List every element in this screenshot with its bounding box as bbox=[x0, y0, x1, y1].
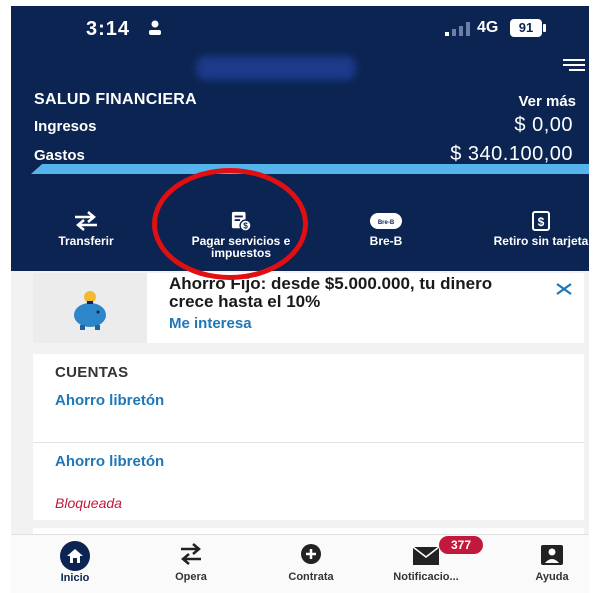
see-more-link[interactable]: Ver más bbox=[518, 93, 576, 110]
close-icon[interactable] bbox=[554, 279, 574, 299]
nav-label: Opera bbox=[175, 571, 207, 583]
header: 3:14 4G 91 SALUD FINANCIERA Ver más Ingr… bbox=[11, 6, 589, 271]
expenses-label: Gastos bbox=[34, 147, 85, 164]
quick-action-transferir[interactable]: Transferir bbox=[31, 211, 141, 247]
quick-action-breb[interactable]: Bre-B Bre-B bbox=[331, 211, 441, 247]
svg-text:$: $ bbox=[538, 215, 545, 229]
nav-label: Contrata bbox=[288, 571, 334, 583]
notification-badge: 377 bbox=[439, 536, 483, 554]
accounts-card: CUENTAS Ahorro libretón Ahorro libretón … bbox=[33, 354, 584, 520]
account-status-blocked: Bloqueada bbox=[55, 495, 122, 511]
quick-action-label: Bre-B bbox=[369, 234, 403, 248]
svg-text:$: $ bbox=[243, 222, 248, 231]
promo-image-area bbox=[33, 273, 147, 343]
promo-card[interactable]: Ahorro Fijo: desde $5.000.000, tu dinero… bbox=[33, 273, 584, 343]
battery-icon: 91 bbox=[510, 19, 542, 37]
nav-label: Inicio bbox=[60, 572, 90, 584]
income-value: $ 0,00 bbox=[514, 114, 573, 136]
home-icon bbox=[67, 549, 83, 563]
bill-payment-icon: $ bbox=[231, 211, 252, 231]
status-bar: 3:14 4G 91 bbox=[11, 6, 589, 46]
quick-action-label: Retiro sin tarjeta bbox=[493, 234, 589, 248]
quick-action-label: Pagar servicios e impuestos bbox=[191, 234, 291, 260]
redacted-user-name bbox=[196, 56, 356, 80]
expenses-progress-bar bbox=[31, 164, 589, 174]
quick-action-pagar-servicios[interactable]: $ Pagar servicios e impuestos bbox=[186, 211, 296, 259]
status-time: 3:14 bbox=[86, 18, 131, 40]
nav-contrata[interactable]: Contrata bbox=[266, 541, 356, 583]
accounts-title: CUENTAS bbox=[55, 364, 129, 381]
transfer-arrows-icon bbox=[75, 211, 97, 231]
battery-tip bbox=[543, 24, 546, 32]
signal-icon bbox=[445, 22, 470, 36]
person-icon bbox=[149, 20, 161, 35]
account-name-1[interactable]: Ahorro libretón bbox=[55, 392, 164, 409]
transfer-arrows-icon bbox=[181, 543, 201, 565]
menu-icon[interactable] bbox=[563, 56, 585, 72]
income-label: Ingresos bbox=[34, 118, 97, 135]
mail-icon bbox=[412, 546, 440, 565]
app-screen: 3:14 4G 91 SALUD FINANCIERA Ver más Ingr… bbox=[11, 6, 589, 593]
promo-interest-link[interactable]: Me interesa bbox=[169, 315, 252, 332]
quick-action-retiro-sin-tarjeta[interactable]: $ Retiro sin tarjeta bbox=[486, 211, 589, 247]
network-type: 4G bbox=[477, 19, 499, 36]
section-title: SALUD FINANCIERA bbox=[34, 91, 198, 108]
promo-text: Ahorro Fijo: desde $5.000.000, tu dinero… bbox=[169, 274, 493, 311]
quick-action-label: Transferir bbox=[58, 234, 114, 248]
account-name-2[interactable]: Ahorro libretón bbox=[55, 453, 164, 470]
nav-label: Ayuda bbox=[535, 571, 569, 583]
breb-icon-text: Bre-B bbox=[378, 220, 395, 226]
home-icon-bubble bbox=[60, 541, 90, 571]
expenses-value: $ 340.100,00 bbox=[450, 143, 573, 165]
bottom-navigation: Inicio Opera Contrata Notificacio... Ayu… bbox=[11, 534, 589, 593]
plus-icon bbox=[301, 544, 321, 564]
divider bbox=[33, 442, 584, 443]
cash-withdrawal-icon: $ bbox=[532, 211, 550, 231]
battery-level: 91 bbox=[518, 20, 534, 35]
piggy-bank-icon bbox=[74, 291, 106, 330]
nav-opera[interactable]: Opera bbox=[146, 541, 236, 583]
nav-ayuda[interactable]: Ayuda bbox=[507, 541, 589, 583]
help-person-icon bbox=[541, 545, 563, 565]
nav-inicio[interactable]: Inicio bbox=[30, 541, 120, 584]
expenses-progress-fill bbox=[31, 164, 589, 174]
breb-icon: Bre-B bbox=[370, 213, 402, 229]
nav-label: Notificacio... bbox=[393, 571, 459, 583]
